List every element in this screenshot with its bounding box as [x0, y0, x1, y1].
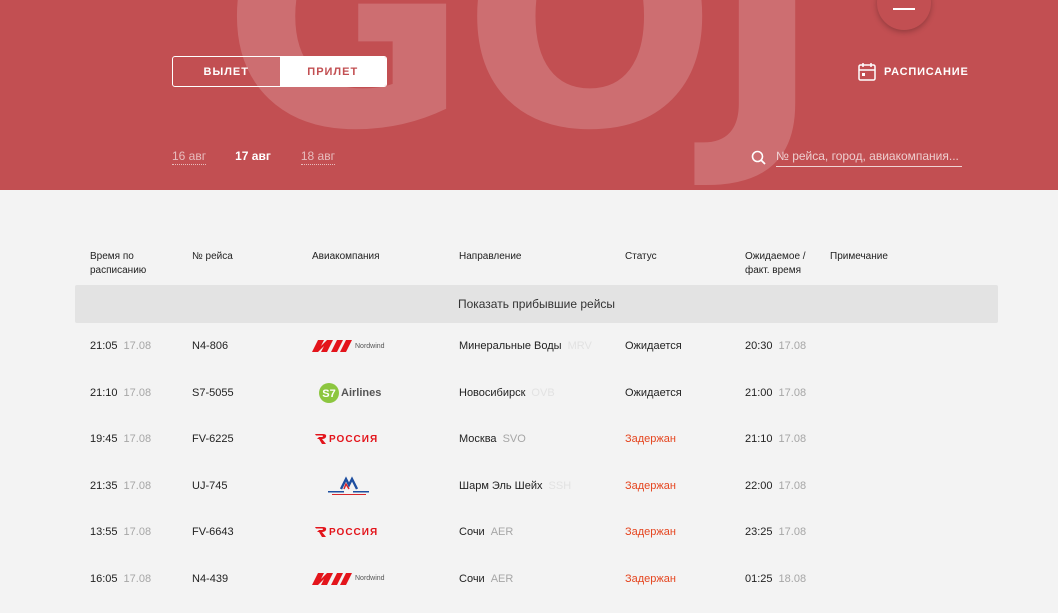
airline-logo-nordwind: Nordwind [312, 335, 402, 357]
airline-logo-almasria [312, 475, 402, 497]
scheduled-time: 21:35 17.08 [90, 479, 152, 492]
date-17-aug[interactable]: 17 авг [235, 149, 271, 165]
direction: Сочи AER [459, 526, 514, 539]
flight-status: Задержан [625, 433, 676, 446]
scheduled-time: 19:45 17.08 [90, 433, 152, 446]
date-16-aug[interactable]: 16 авг [172, 149, 207, 165]
col-airline: Авиакомпания [312, 251, 380, 262]
direction: Минеральные Воды MRV [459, 340, 592, 353]
show-arrived-button[interactable]: Показать прибывшие рейсы [75, 285, 998, 323]
direction: Москва SVO [459, 433, 526, 446]
scheduled-time: 13:55 17.08 [90, 526, 152, 539]
expected-time: 23:25 17.08 [745, 526, 807, 539]
scheduled-time: 16:05 17.08 [90, 572, 152, 585]
calendar-icon [858, 63, 876, 81]
header-banner: GOJ ВЫЛЕТ ПРИЛЕТ РАСПИСАНИЕ 16 авг 17 ав… [0, 0, 1058, 190]
expected-time: 21:10 17.08 [745, 433, 807, 446]
flight-status: Задержан [625, 526, 676, 539]
flight-number: N4-439 [192, 572, 229, 585]
tab-arrivals[interactable]: ПРИЛЕТ [279, 57, 386, 86]
search-box [751, 148, 962, 167]
date-selector: 16 авг 17 авг 18 авг [172, 149, 335, 165]
airline-logo-rossiya: РОССИЯ [312, 428, 402, 450]
col-scheduled-time: Время по расписанию [90, 251, 147, 276]
flight-number: FV-6643 [192, 526, 234, 539]
tab-departures[interactable]: ВЫЛЕТ [173, 57, 280, 86]
flight-status: Ожидается [625, 340, 682, 353]
col-status: Статус [625, 251, 657, 262]
flights-table: Время по расписанию № рейса Авиакомпания… [75, 247, 998, 602]
table-row[interactable]: 13:55 17.08 FV-6643 РОССИЯ Сочи AER Задерж… [75, 509, 998, 556]
search-icon[interactable] [751, 150, 766, 165]
flight-number: N4-806 [192, 340, 229, 353]
table-header: Время по расписанию № рейса Авиакомпания… [75, 247, 998, 285]
airline-logo-nordwind: Nordwind [312, 568, 402, 590]
airline-logo-s7: S7 Airlines [312, 382, 402, 404]
direction: Сочи AER [459, 572, 514, 585]
col-direction: Направление [459, 251, 522, 262]
expected-time: 22:00 17.08 [745, 479, 807, 492]
expected-time: 21:00 17.08 [745, 386, 807, 399]
flight-number: UJ-745 [192, 479, 228, 492]
flight-number: FV-6225 [192, 433, 234, 446]
expected-time: 20:30 17.08 [745, 340, 807, 353]
flight-status: Задержан [625, 479, 676, 492]
search-input[interactable] [776, 148, 962, 167]
airline-logo-rossiya: РОССИЯ [312, 521, 402, 543]
table-row[interactable]: 21:10 17.08 S7-5055 S7 Airlines Новосибир… [75, 370, 998, 417]
direction: Новосибирск OVB [459, 386, 555, 399]
svg-text:S7: S7 [322, 388, 335, 400]
col-expected-time: Ожидаемое / факт. время [745, 251, 806, 276]
flight-status: Ожидается [625, 386, 682, 399]
direction-toggle: ВЫЛЕТ ПРИЛЕТ [172, 56, 387, 87]
flight-number: S7-5055 [192, 386, 234, 399]
schedule-link[interactable]: РАСПИСАНИЕ [858, 62, 969, 81]
table-row[interactable]: 21:05 17.08 N4-806 Nordwind Минеральные В… [75, 323, 998, 370]
date-18-aug[interactable]: 18 авг [300, 149, 335, 165]
hamburger-icon [893, 8, 915, 10]
table-row[interactable]: 19:45 17.08 FV-6225 РОССИЯ Москва SVO Заде… [75, 416, 998, 463]
schedule-label: РАСПИСАНИЕ [884, 65, 969, 78]
scheduled-time: 21:10 17.08 [90, 386, 152, 399]
col-note: Примечание [830, 251, 888, 262]
table-row[interactable]: 21:35 17.08 UJ-745 Шарм Эль Шейх SSH Задер… [75, 463, 998, 510]
expected-time: 01:25 18.08 [745, 572, 807, 585]
menu-button[interactable] [877, 0, 931, 30]
direction: Шарм Эль Шейх SSH [459, 479, 572, 492]
flight-status: Задержан [625, 572, 676, 585]
scheduled-time: 21:05 17.08 [90, 340, 152, 353]
col-flight: № рейса [192, 251, 233, 262]
table-row[interactable]: 16:05 17.08 N4-439 Nordwind Сочи AER Задер… [75, 556, 998, 603]
